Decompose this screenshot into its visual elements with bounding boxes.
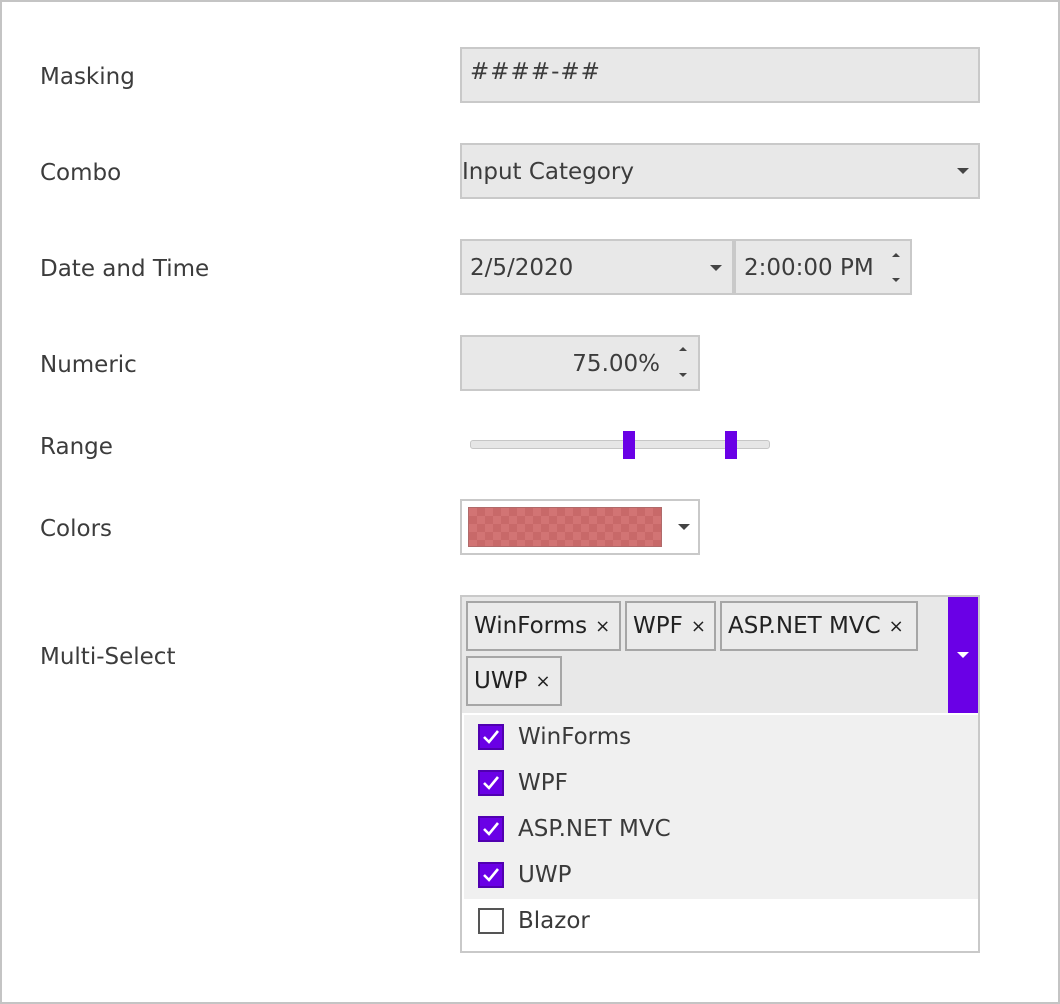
masking-input[interactable]: ####-## xyxy=(460,47,980,103)
masking-label: Masking xyxy=(40,64,135,90)
list-item-label: UWP xyxy=(518,862,572,888)
tag-wpf: WPF × xyxy=(625,601,716,651)
numeric-spin-down-icon[interactable] xyxy=(679,373,687,377)
color-swatch xyxy=(468,507,662,547)
checkbox-checked-icon[interactable] xyxy=(478,816,504,842)
checkbox-checked-icon[interactable] xyxy=(478,862,504,888)
colors-label: Colors xyxy=(40,516,113,542)
list-item-blazor[interactable]: Blazor xyxy=(464,899,978,945)
date-time-label: Date and Time xyxy=(40,256,210,282)
color-dropdown-icon[interactable] xyxy=(678,524,690,530)
remove-tag-icon[interactable]: × xyxy=(595,616,610,637)
time-spin-up-icon[interactable] xyxy=(892,253,900,257)
range-thumb-low[interactable] xyxy=(623,431,635,459)
combo-select-value: Input Category xyxy=(462,159,634,185)
list-item-label: WPF xyxy=(518,770,568,796)
numeric-input-value: 75.00% xyxy=(572,351,660,377)
remove-tag-icon[interactable]: × xyxy=(535,671,550,692)
checkbox-checked-icon[interactable] xyxy=(478,724,504,750)
date-picker-value: 2/5/2020 xyxy=(470,255,574,281)
date-picker[interactable]: 2/5/2020 xyxy=(460,239,734,295)
list-item-label: ASP.NET MVC xyxy=(518,816,671,842)
checkbox-checked-icon[interactable] xyxy=(478,770,504,796)
list-item-uwp[interactable]: UWP xyxy=(464,853,978,899)
tag-label: WPF xyxy=(633,613,683,639)
list-item-label: Blazor xyxy=(518,908,590,934)
range-thumb-high[interactable] xyxy=(725,431,737,459)
list-item-label: WinForms xyxy=(518,724,632,750)
remove-tag-icon[interactable]: × xyxy=(691,616,706,637)
tag-aspnet-mvc: ASP.NET MVC × xyxy=(720,601,918,651)
time-spin-down-icon[interactable] xyxy=(892,278,900,282)
masking-input-value: ####-## xyxy=(470,59,601,85)
checkbox-unchecked-icon[interactable] xyxy=(478,908,504,934)
remove-tag-icon[interactable]: × xyxy=(889,616,904,637)
multi-select-list: WinForms WPF ASP.NET MVC UWP Blazor xyxy=(460,713,980,953)
list-item-winforms[interactable]: WinForms xyxy=(464,715,978,761)
multi-select-dropdown-button[interactable] xyxy=(948,597,978,713)
tag-uwp: UWP × xyxy=(466,656,562,706)
time-picker-value: 2:00:00 PM xyxy=(744,255,874,281)
time-picker[interactable]: 2:00:00 PM xyxy=(734,239,912,295)
numeric-label: Numeric xyxy=(40,352,137,378)
tag-label: ASP.NET MVC xyxy=(728,613,881,639)
tag-winforms: WinForms × xyxy=(466,601,621,651)
combo-label: Combo xyxy=(40,160,122,186)
tag-label: WinForms xyxy=(474,613,588,639)
multi-select-label: Multi-Select xyxy=(40,644,176,670)
list-item-aspnet-mvc[interactable]: ASP.NET MVC xyxy=(464,807,978,853)
numeric-spin-up-icon[interactable] xyxy=(679,347,687,351)
chevron-down-icon[interactable] xyxy=(957,168,969,174)
combo-select[interactable]: Input Category xyxy=(460,143,980,199)
chevron-down-icon xyxy=(957,652,969,658)
tag-label: UWP xyxy=(474,668,528,694)
range-label: Range xyxy=(40,434,113,460)
list-item-wpf[interactable]: WPF xyxy=(464,761,978,807)
numeric-input[interactable]: 75.00% xyxy=(460,335,700,391)
calendar-dropdown-icon[interactable] xyxy=(710,265,722,271)
